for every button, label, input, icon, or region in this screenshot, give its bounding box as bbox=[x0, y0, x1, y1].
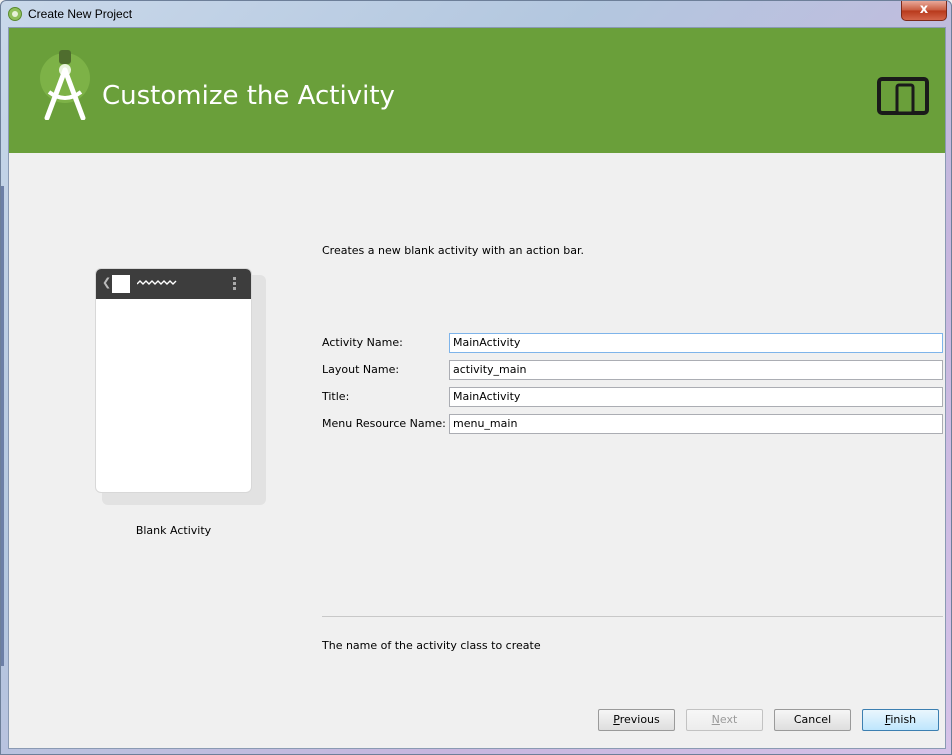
next-label: ext bbox=[719, 713, 738, 726]
title-field[interactable]: MainActivity bbox=[449, 387, 943, 407]
activity-name-label: Activity Name: bbox=[322, 336, 403, 349]
cancel-button[interactable]: Cancel bbox=[774, 709, 851, 731]
left-frame-accent bbox=[1, 186, 4, 666]
overflow-menu-icon bbox=[233, 277, 236, 290]
page-title: Customize the Activity bbox=[102, 81, 395, 111]
field-help-text: The name of the activity class to create bbox=[322, 639, 541, 652]
title-squiggle-icon bbox=[137, 280, 177, 285]
activity-preview: ❮ bbox=[95, 268, 252, 493]
separator bbox=[322, 616, 943, 617]
dialog-content: Customize the Activity ❮ Blank Activity … bbox=[8, 27, 946, 749]
app-icon-placeholder bbox=[112, 275, 130, 293]
finish-label: inish bbox=[890, 713, 917, 726]
layout-name-label: Layout Name: bbox=[322, 363, 400, 376]
dialog-window: Create New Project x Customize the Activ… bbox=[0, 0, 952, 755]
wizard-header: Customize the Activity bbox=[9, 28, 945, 153]
close-button[interactable]: x bbox=[901, 1, 947, 21]
window-title: Create New Project bbox=[28, 7, 133, 21]
android-studio-logo-icon bbox=[40, 50, 90, 120]
menu-resource-name-label: Menu Resource Name: bbox=[322, 417, 446, 430]
menu-resource-name-field[interactable]: menu_main bbox=[449, 414, 943, 434]
activity-name-field[interactable]: MainActivity bbox=[449, 333, 943, 353]
next-mnemonic: N bbox=[711, 713, 720, 726]
previous-label: revious bbox=[619, 713, 660, 726]
android-studio-icon bbox=[8, 7, 22, 21]
title-label: Title: bbox=[322, 390, 350, 403]
title-bar: Create New Project x bbox=[1, 1, 951, 27]
template-description: Creates a new blank activity with an act… bbox=[322, 244, 585, 257]
preview-action-bar: ❮ bbox=[96, 269, 251, 299]
finish-button[interactable]: Finish bbox=[862, 709, 939, 731]
previous-button[interactable]: Previous bbox=[598, 709, 675, 731]
template-name: Blank Activity bbox=[135, 524, 212, 537]
layout-name-field[interactable]: activity_main bbox=[449, 360, 943, 380]
back-arrow-icon: ❮ bbox=[102, 276, 112, 289]
next-button[interactable]: Next bbox=[686, 709, 763, 731]
device-form-factor-icon bbox=[877, 77, 929, 115]
